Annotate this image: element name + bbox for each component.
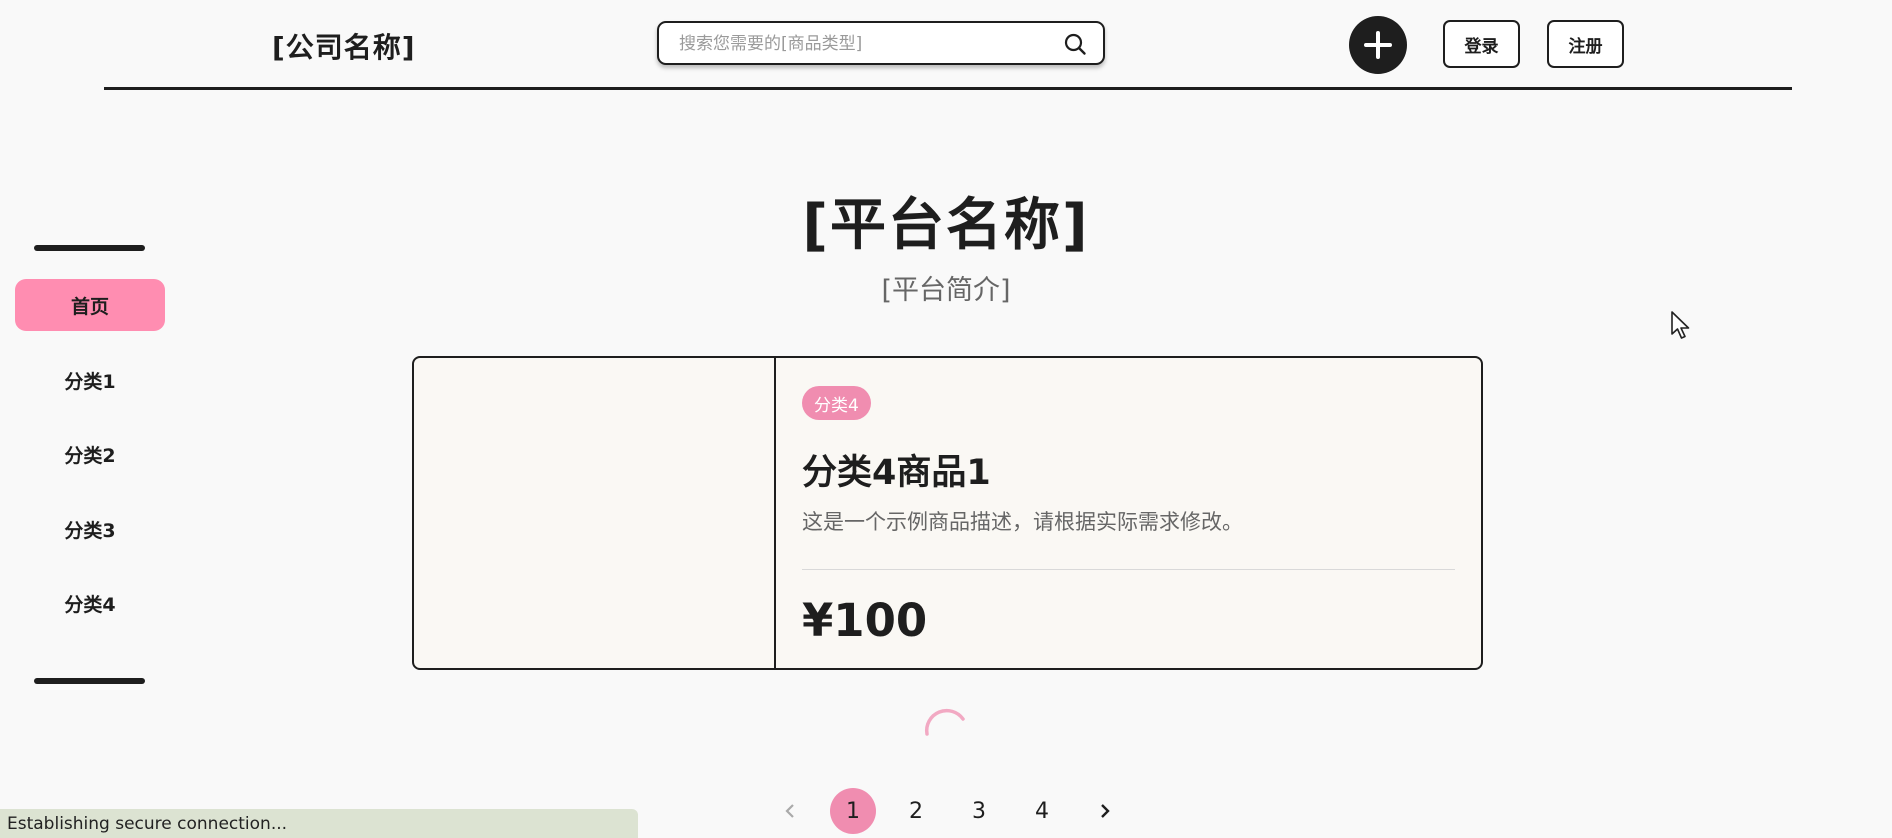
- pagination-page-1[interactable]: 1: [830, 788, 876, 834]
- pagination-page-4[interactable]: 4: [1019, 788, 1065, 834]
- product-card[interactable]: 分类4 分类4商品1 这是一个示例商品描述，请根据实际需求修改。 ¥100: [412, 356, 1483, 670]
- login-button[interactable]: 登录: [1443, 20, 1520, 68]
- register-button[interactable]: 注册: [1547, 20, 1624, 68]
- loading-spinner-icon: [923, 706, 969, 752]
- platform-subtitle: [平台简介]: [881, 275, 1011, 306]
- header-divider: [104, 87, 1792, 90]
- add-button[interactable]: [1349, 16, 1407, 74]
- plus-icon: [1364, 31, 1392, 59]
- sidebar-item-category-3[interactable]: 分类3: [15, 503, 165, 555]
- sidebar-item-category-2[interactable]: 分类2: [15, 428, 165, 480]
- company-name: [公司名称]: [272, 31, 416, 64]
- browser-status-bar: Establishing secure connection...: [0, 809, 638, 838]
- chevron-left-icon: [785, 804, 794, 818]
- search-bar: [657, 21, 1105, 65]
- product-name: 分类4商品1: [802, 453, 991, 493]
- pagination-page-2[interactable]: 2: [893, 788, 939, 834]
- product-image: [414, 358, 776, 668]
- chevron-right-icon: [1101, 804, 1110, 818]
- pagination-prev-button[interactable]: [767, 788, 813, 834]
- sidebar-item-category-4[interactable]: 分类4: [15, 577, 165, 629]
- product-description: 这是一个示例商品描述，请根据实际需求修改。: [802, 510, 1243, 534]
- pagination-page-3[interactable]: 3: [956, 788, 1002, 834]
- search-icon[interactable]: [1063, 32, 1087, 56]
- pagination-next-button[interactable]: [1082, 788, 1128, 834]
- card-divider: [802, 569, 1455, 570]
- category-badge: 分类4: [802, 386, 871, 420]
- product-price: ¥100: [802, 594, 928, 647]
- search-input[interactable]: [677, 31, 1051, 57]
- mouse-cursor-icon: [1670, 310, 1692, 346]
- platform-title: [平台名称]: [802, 193, 1090, 258]
- sidebar-item-category-1[interactable]: 分类1: [15, 354, 165, 406]
- sidebar-bottom-divider: [34, 678, 145, 684]
